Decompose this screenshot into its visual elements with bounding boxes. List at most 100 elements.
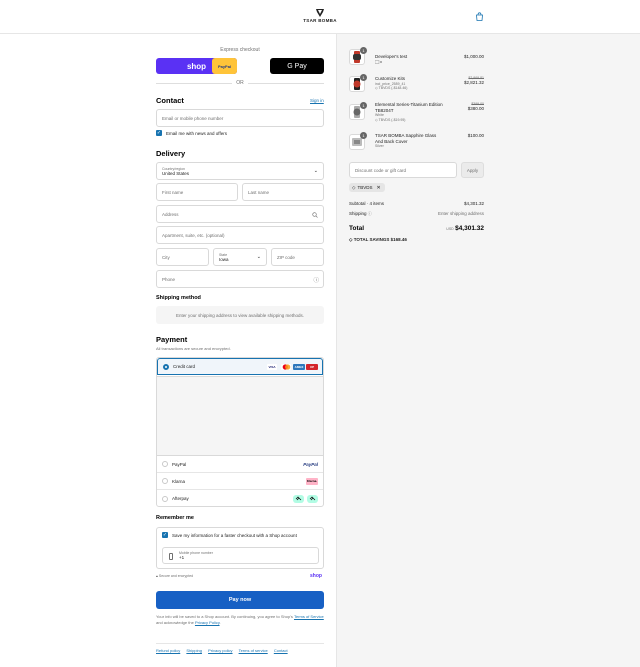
visa-icon: VISA [267, 363, 277, 370]
payment-option-credit-card[interactable]: Credit card VISA AMEX UP [157, 358, 323, 375]
product-thumbnail: 1 [349, 47, 367, 65]
discount-input[interactable]: Discount code or gift card [349, 162, 457, 178]
shipping-method-note: Enter your shipping address to view avai… [156, 306, 324, 324]
lock-icon: 🔒︎ [156, 574, 158, 578]
item-discount: TBVDS (-$148.46) [378, 86, 408, 90]
discount-chip: ◇ TBVDS ✕ [349, 183, 385, 192]
help-icon[interactable]: ⓘ [368, 211, 372, 216]
product-thumbnail: 1 [349, 74, 367, 92]
product-thumbnail: 1 [349, 132, 367, 150]
paypal-logo-icon: PayPal [303, 461, 318, 467]
apartment-field[interactable]: Apartment, suite, etc. (optional) [156, 226, 324, 244]
phone-icon [169, 553, 173, 560]
shipping-value: Enter shipping address [437, 211, 484, 216]
radio-unselected[interactable] [162, 495, 168, 502]
savings-row: ◇ TOTAL SAVINGS $168.46 [349, 237, 484, 243]
terms-of-service-link[interactable]: Terms of service [239, 648, 268, 653]
legal-text: Your info will be saved to a Shop accoun… [156, 614, 324, 625]
item-variant: Silver [375, 144, 384, 148]
terms-link[interactable]: Terms of Service [294, 614, 324, 619]
shipping-link[interactable]: Shipping [186, 648, 202, 653]
delivery-heading: Delivery [156, 149, 186, 158]
email-field[interactable]: Email or mobile phone number [156, 109, 324, 127]
discount-code: TBVDS [357, 185, 373, 190]
quantity-badge: 1 [360, 47, 367, 54]
shop-logo: shop [310, 573, 322, 579]
brand-logo[interactable]: TSAR BOMBA [300, 9, 340, 27]
privacy-policy-link[interactable]: Privacy policy [208, 648, 232, 653]
payment-option-paypal[interactable]: PayPal PayPal [157, 456, 323, 473]
phone-field[interactable]: Phone ⓘ [156, 270, 324, 288]
klarna-logo-icon: Klarna. [306, 477, 318, 485]
chevron-down-icon: ⌄ [313, 168, 318, 174]
list-item: 1 Developer's test $1,000.00 [349, 47, 484, 69]
afterpay-logo-icon [307, 494, 318, 503]
paypal-button[interactable]: PayPal [212, 58, 237, 74]
list-item: 1 TSAR BOMBA Sapphire Glass And Back Cov… [349, 131, 484, 155]
apply-button[interactable]: Apply [461, 162, 484, 178]
item-price: $100.00 [467, 133, 484, 138]
quantity-badge: 1 [360, 74, 367, 81]
contact-link[interactable]: Contact [274, 648, 288, 653]
item-price: $2,821.32 [463, 80, 484, 85]
or-divider: OR [156, 79, 324, 87]
address-field[interactable]: Address [156, 205, 324, 223]
pay-now-button[interactable]: Pay now [156, 591, 324, 609]
last-name-field[interactable]: Last name [242, 183, 324, 201]
card-form-area[interactable] [157, 376, 323, 456]
product-thumbnail: 1 [349, 102, 367, 120]
state-select[interactable]: State Iowa ⌄ [213, 248, 267, 266]
item-price: $1,000.00 [463, 54, 484, 59]
express-checkout-label: Express checkout [220, 47, 260, 53]
mobile-phone-field[interactable]: Mobile phone number +1 [162, 547, 319, 564]
item-title: Developer's test [375, 54, 408, 59]
subtotal-row: Subtotal · 4 items $4,301.32 [349, 201, 484, 206]
city-field[interactable]: City [156, 248, 209, 266]
tag-icon: ◇ [352, 184, 356, 190]
total-row: Total USD $4,301.32 [349, 225, 484, 232]
secure-note: All transactions are secure and encrypte… [156, 346, 231, 351]
sign-in-link[interactable]: Sign in [310, 98, 324, 103]
variant-icon [374, 59, 382, 64]
radio-unselected[interactable] [162, 478, 168, 484]
item-discount: TBVDS (-$19.95) [378, 117, 406, 122]
footer-links: Refund policy Shipping Privacy policy Te… [156, 648, 324, 653]
close-icon[interactable]: ✕ [376, 185, 380, 191]
footer-divider [156, 643, 324, 644]
privacy-link[interactable]: Privacy Policy [195, 620, 220, 625]
checkbox-checked[interactable]: ✓ [162, 532, 168, 538]
amex-icon: AMEX [293, 363, 305, 370]
secure-encrypted-label: 🔒︎ Secure and encrypted [156, 574, 194, 578]
radio-selected[interactable] [163, 363, 169, 370]
shopping-bag-icon[interactable] [475, 12, 484, 21]
payment-option-afterpay[interactable]: Afterpay [157, 490, 323, 506]
payment-option-klarna[interactable]: Klarna Klarna. [157, 473, 323, 490]
mastercard-icon [281, 363, 291, 370]
country-select[interactable]: Country/region United States ⌄ [156, 162, 324, 180]
list-item: 1 Customize Kits incl_price_2589_41 ◇ TB… [349, 73, 484, 97]
contact-heading: Contact [156, 96, 184, 105]
zip-field[interactable]: ZIP code [271, 248, 324, 266]
unionpay-icon: UP [306, 363, 318, 370]
first-name-field[interactable]: First name [156, 183, 238, 201]
brand-name: TSAR BOMBA [303, 18, 337, 23]
save-info-checkbox-row[interactable]: ✓ Save my information for a faster check… [162, 532, 297, 538]
currency-code: USD [446, 227, 454, 231]
refund-policy-link[interactable]: Refund policy [156, 648, 180, 653]
shipping-row: Shipping ⓘ Enter shipping address [349, 211, 484, 217]
checkbox-checked[interactable]: ✓ [156, 130, 162, 136]
news-checkbox-row[interactable]: ✓ Email me with news and offers [156, 130, 227, 136]
help-icon[interactable]: ⓘ [313, 276, 319, 284]
subtotal-label: Subtotal · 4 items [349, 201, 385, 206]
order-summary [336, 34, 640, 667]
radio-unselected[interactable] [162, 461, 168, 467]
afterpay-logo-icon [293, 494, 304, 503]
subtotal-value: $4,301.32 [463, 201, 484, 206]
logo-icon [316, 9, 324, 17]
shipping-method-heading: Shipping method [156, 295, 201, 301]
item-title: Elemental Series-Titanium Edition TB8204… [375, 102, 443, 113]
tag-icon: ◇ [375, 117, 378, 122]
remember-me-heading: Remember me [156, 515, 194, 521]
google-pay-button[interactable]: G Pay [270, 58, 324, 74]
payment-heading: Payment [156, 335, 188, 344]
